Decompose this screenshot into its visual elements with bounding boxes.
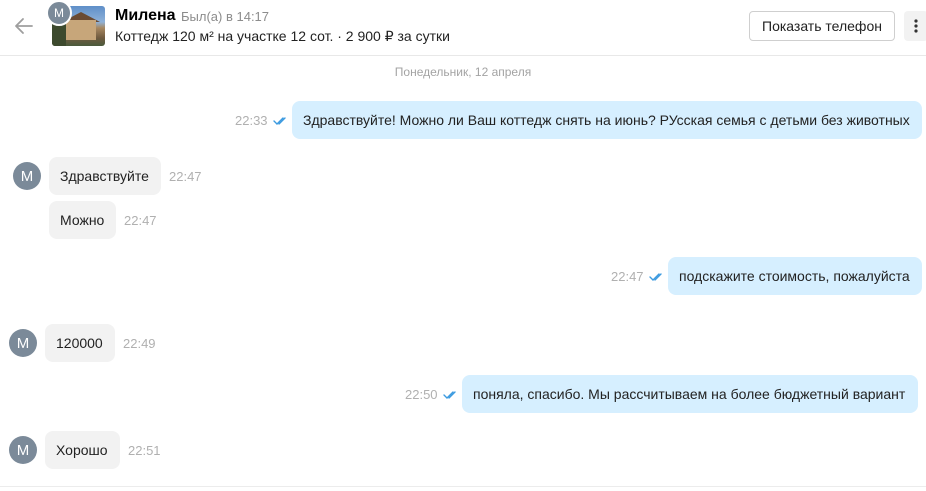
outgoing-message-bubble: Здравствуйте! Можно ли Ваш коттедж снять… [292, 101, 922, 139]
outgoing-message-bubble: поняла, спасибо. Мы рассчитываем на боле… [462, 375, 918, 413]
outgoing-message-bubble: подскажите стоимость, пожалуйста [668, 257, 922, 295]
contact-avatar: М [46, 0, 72, 26]
back-arrow-icon[interactable] [12, 14, 36, 38]
message-time: 22:47 [611, 269, 644, 284]
last-seen-status: Был(а) в 14:17 [181, 9, 270, 24]
contact-avatar[interactable]: М [13, 162, 41, 190]
message-time: 22:33 [235, 113, 268, 128]
more-options-icon[interactable] [904, 11, 926, 41]
message-time: 22:47 [124, 213, 157, 228]
incoming-message-bubble: Хорошо [45, 431, 120, 469]
message-time: 22:49 [123, 336, 156, 351]
incoming-message-bubble: Можно [49, 201, 116, 239]
double-check-icon [649, 273, 662, 281]
message-time: 22:51 [128, 443, 161, 458]
message-time: 22:47 [169, 169, 202, 184]
thumbnail-house [66, 20, 96, 40]
contact-avatar[interactable]: М [9, 436, 37, 464]
contact-name[interactable]: Милена [115, 7, 176, 25]
double-check-icon [443, 391, 456, 399]
message-time: 22:50 [405, 387, 438, 402]
listing-title[interactable]: Коттедж 120 м² на участке 12 сот. · 2 90… [115, 28, 450, 45]
double-check-icon [273, 117, 286, 125]
date-divider: Понедельник, 12 апреля [394, 65, 532, 79]
incoming-message-bubble: Здравствуйте [49, 157, 161, 195]
show-phone-button[interactable]: Показать телефон [749, 11, 895, 41]
chat-header: М Милена Был(а) в 14:17 Коттедж 120 м² н… [0, 0, 926, 56]
incoming-message-bubble: 120000 [45, 324, 115, 362]
composer-divider [0, 486, 926, 487]
contact-avatar[interactable]: М [9, 329, 37, 357]
